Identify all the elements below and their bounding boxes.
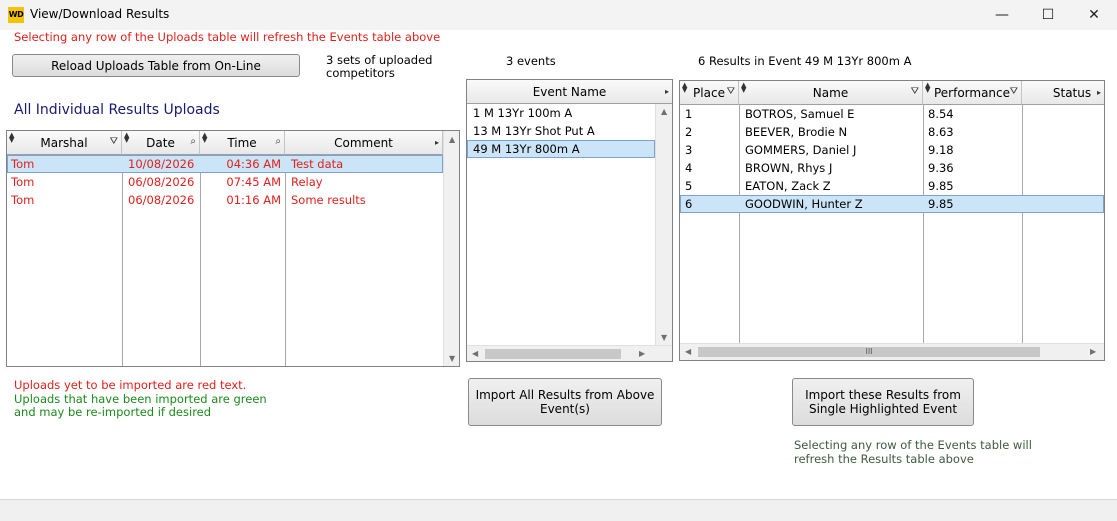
sort-icon: ▲ ▼: [925, 81, 931, 94]
legend-red-text: Uploads yet to be imported are red text.: [14, 378, 247, 392]
scroll-down-icon[interactable]: ▼: [661, 333, 667, 342]
title-bar: WD View/Download Results — ☐ ✕: [0, 0, 1117, 30]
filter-icon[interactable]: ⛛: [110, 136, 118, 147]
column-header-date[interactable]: ▲ ▼ Date ⌕: [122, 131, 200, 155]
uploads-refresh-hint: Selecting any row of the Uploads table w…: [14, 30, 441, 44]
list-item[interactable]: 1 M 13Yr 100m A: [469, 104, 655, 122]
column-header-status[interactable]: Status ▸: [1022, 81, 1104, 105]
status-bar: [0, 499, 1117, 521]
column-header-marshal[interactable]: ▲ ▼ Marshal ⛛: [7, 131, 122, 155]
filter-icon[interactable]: ⛛: [1010, 86, 1018, 97]
close-button[interactable]: ✕: [1071, 0, 1117, 30]
column-header-name[interactable]: ▲ ▼ Name ⛛: [739, 81, 923, 105]
scroll-left-icon[interactable]: ◀: [472, 349, 478, 358]
events-count: 3 events: [506, 54, 556, 68]
scroll-down-icon[interactable]: ▼: [449, 354, 455, 363]
chevron-right-icon[interactable]: ▸: [435, 138, 439, 147]
legend-green-text: Uploads that have been imported are gree…: [14, 392, 267, 406]
legend-green-text-2: and may be re-imported if desired: [14, 405, 212, 419]
search-icon[interactable]: ⌕: [190, 136, 196, 147]
horizontal-scrollbar[interactable]: ◀ III ▶: [680, 343, 1104, 360]
column-header-performance[interactable]: ▲ ▼ Performance ⛛: [923, 81, 1022, 105]
uploads-table: ▲ ▼ Marshal ⛛ ▲ ▼ Date ⌕ ▲ ▼ Time ⌕ Comment…: [6, 130, 460, 367]
sort-icon: ▲ ▼: [682, 81, 688, 94]
search-icon[interactable]: ⌕: [275, 136, 281, 147]
chevron-right-icon[interactable]: ▸: [665, 87, 669, 96]
vertical-scrollbar[interactable]: ▲ ▼: [655, 104, 672, 345]
events-table: Event Name ▸ 1 M 13Yr 100m A 13 M 13Yr S…: [466, 79, 673, 362]
list-item[interactable]: 13 M 13Yr Shot Put A: [469, 122, 655, 140]
maximize-button[interactable]: ☐: [1025, 0, 1071, 30]
minimize-button[interactable]: —: [979, 0, 1025, 30]
import-single-event-button[interactable]: Import these Results from Single Highlig…: [792, 378, 974, 426]
reload-uploads-button[interactable]: Reload Uploads Table from On-Line: [12, 54, 300, 77]
app-logo-icon: WD: [8, 7, 24, 23]
sort-icon: ▲ ▼: [124, 131, 130, 144]
chevron-right-icon[interactable]: ▸: [1097, 88, 1101, 97]
uploads-count: 3 sets of uploaded competitors: [326, 53, 433, 80]
column-header-time[interactable]: ▲ ▼ Time ⌕: [200, 131, 285, 155]
scroll-left-icon[interactable]: ◀: [685, 347, 691, 356]
results-count: 6 Results in Event 49 M 13Yr 800m A: [698, 54, 912, 68]
sort-icon: ▲ ▼: [9, 131, 15, 144]
filter-icon[interactable]: ⛛: [727, 86, 735, 97]
sort-icon: ▲ ▼: [202, 131, 208, 144]
scroll-up-icon[interactable]: ▲: [449, 135, 455, 144]
scroll-right-icon[interactable]: ▶: [639, 349, 645, 358]
scroll-up-icon[interactable]: ▲: [661, 107, 667, 116]
scrollbar-thumb[interactable]: III: [698, 347, 1040, 357]
column-header-event-name[interactable]: Event Name ▸: [467, 80, 672, 104]
window-title: View/Download Results: [30, 7, 170, 21]
results-table: ▲ ▼ Place ⛛ ▲ ▼ Name ⛛ ▲ ▼ Performance ⛛ St…: [679, 80, 1105, 361]
list-item[interactable]: 49 M 13Yr 800m A: [469, 140, 655, 158]
horizontal-scrollbar[interactable]: ◀ ▶: [467, 345, 672, 361]
filter-icon[interactable]: ⛛: [911, 86, 919, 97]
uploads-section-title: All Individual Results Uploads: [14, 102, 220, 118]
column-header-comment[interactable]: Comment ▸: [285, 131, 443, 155]
import-all-results-button[interactable]: Import All Results from Above Event(s): [468, 378, 662, 426]
scroll-right-icon[interactable]: ▶: [1090, 347, 1096, 356]
sort-icon: ▲ ▼: [741, 81, 747, 94]
vertical-scrollbar[interactable]: ▲ ▼: [443, 131, 459, 366]
events-refresh-hint: Selecting any row of the Events table wi…: [794, 438, 1032, 466]
column-header-place[interactable]: ▲ ▼ Place ⛛: [680, 81, 739, 105]
scrollbar-thumb[interactable]: [485, 349, 621, 359]
